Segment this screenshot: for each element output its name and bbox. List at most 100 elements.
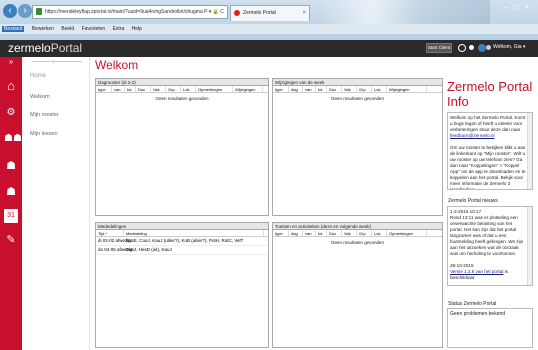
version-link[interactable]: Versie 1.3.6 van het portal <box>450 269 503 274</box>
news-text: Rond 13:11 was er plotseling een onverwa… <box>450 215 524 256</box>
menu-item-favorieten[interactable]: Favorieten <box>82 26 106 32</box>
sub-navigation: ● Home Welkom Mijn rooster Mijn lessen <box>22 57 90 350</box>
subnav-item-mijn-lessen[interactable]: Mijn lessen <box>30 131 58 137</box>
col-header[interactable]: Doc <box>327 86 342 92</box>
col-header[interactable]: tot <box>125 86 136 92</box>
wijzigingen-panel: Wijzigingen van de week type dag van tot Doc… <box>272 78 443 216</box>
menu-item-help[interactable]: Help <box>132 26 142 32</box>
col-header[interactable]: van <box>112 86 125 92</box>
col-header[interactable]: Grp <box>357 230 372 236</box>
logo-bold: zermelo <box>8 41 51 55</box>
col-header[interactable]: Opmerkingen <box>387 230 427 236</box>
subnav-item-mijn-rooster[interactable]: Mijn rooster <box>30 112 59 118</box>
refresh-icon[interactable] <box>469 45 474 50</box>
col-header[interactable]: tot <box>316 86 327 92</box>
info-title-line2: Info <box>447 94 469 109</box>
col-header-tijd[interactable]: Tijd ^ <box>96 230 124 236</box>
user-menu[interactable]: Welkom, Gia ▾ <box>493 44 525 50</box>
window-controls[interactable]: –▢× <box>504 3 534 11</box>
subnav-item-home[interactable]: Home <box>30 73 46 79</box>
subnav-item-welkom[interactable]: Welkom <box>30 94 50 100</box>
row-text: DesJ, HesD (uit), KauJ <box>126 247 172 252</box>
col-header[interactable]: van <box>303 230 316 236</box>
col-header[interactable]: van <box>303 86 316 92</box>
subnav-divider: ● <box>32 59 82 65</box>
col-header[interactable]: type <box>273 230 289 236</box>
col-header[interactable]: Doc <box>136 86 151 92</box>
empty-message: Geen resultaten gevonden <box>330 96 385 101</box>
home-icon[interactable]: ⌂ <box>4 79 18 93</box>
edit-icon[interactable]: ✎ <box>4 233 18 247</box>
col-header[interactable]: tot <box>316 230 327 236</box>
news-scrollbar[interactable] <box>527 207 532 285</box>
col-header[interactable]: Opmerkingen <box>196 86 233 92</box>
help-icon[interactable] <box>458 44 466 52</box>
address-suffix: P ▾ 🔒 C <box>204 9 224 15</box>
address-bar[interactable]: https://mendeleyflap.zportal.nl/main/?uu… <box>32 5 228 19</box>
panel-title: Mededelingen <box>96 223 268 230</box>
table-row[interactable]: do 04-05 afwezig:DesJ, HesD (uit), KauJ <box>96 246 268 255</box>
table-header: type dag van tot Doc Vak Grp Lok Opmerkingen <box>273 230 442 237</box>
info-title: Zermelo Portal Info <box>447 79 535 109</box>
notification-icon[interactable] <box>478 44 486 52</box>
settings-icon[interactable]: ⚙ <box>4 106 18 120</box>
col-header[interactable]: Grp <box>357 86 372 92</box>
menu-item-extra[interactable]: Extra <box>113 26 125 32</box>
col-header[interactable]: Vak <box>151 86 166 92</box>
start-client-button[interactable]: Start Client <box>426 43 452 53</box>
address-url: https://mendeleyflap.zportal.nl/main/?uu… <box>45 9 203 15</box>
status-box: Geen problemen bekend <box>447 308 533 348</box>
app-header: zermeloPortal Start Client Welkom, Gia ▾ <box>0 40 538 57</box>
logo-light: Portal <box>50 41 83 55</box>
user-edit-icon[interactable]: ☗ <box>4 185 18 199</box>
table-header: Tijd ^ Mededeling <box>96 230 268 237</box>
app-logo[interactable]: zermeloPortal <box>8 41 82 55</box>
news-box: 1-2-2016 10:17 Rond 13:11 was er plotsel… <box>447 206 533 286</box>
col-header[interactable]: Vak <box>342 230 357 236</box>
calendar-icon[interactable]: 31 <box>4 209 18 223</box>
menu-item-beeld[interactable]: Beeld <box>61 26 74 32</box>
col-header[interactable]: Vak <box>342 86 357 92</box>
table-row[interactable]: di 02-02 afwezig:BosE, CoaJ, KauJ (uitie… <box>96 237 268 246</box>
info-scrollbar[interactable] <box>527 113 532 189</box>
zermelo-favicon-icon <box>234 10 240 16</box>
col-header[interactable]: Lok <box>372 86 387 92</box>
news-item: Versie 1.3.6 van het portal is beschikba… <box>450 269 526 281</box>
close-tab-icon[interactable]: × <box>302 6 306 20</box>
sidebar-toggle[interactable]: » <box>0 57 22 67</box>
back-button[interactable]: ‹ <box>3 4 17 18</box>
col-header[interactable]: Doc <box>327 230 342 236</box>
table-header: type van tot Doc Vak Grp Lok Opmerkingen Wijzigi… <box>96 86 268 93</box>
page-title: Welkom <box>95 58 139 72</box>
info-text: Welkom op het Zermelo Portal. Komt u bug… <box>448 113 532 189</box>
panel-title: Toetsen en activiteiten (deze en volgend… <box>273 223 442 230</box>
news-label: Zermelo Portal nieuws <box>448 198 498 204</box>
panel-title: Dagrooster (di 2-2) <box>96 79 268 86</box>
col-header[interactable]: Wijzigingen <box>387 86 427 92</box>
forward-button[interactable]: › <box>18 4 32 18</box>
col-header[interactable]: Lok <box>181 86 196 92</box>
menu-item-bestand[interactable]: Bestand <box>2 26 25 32</box>
toetsen-panel: Toetsen en activiteiten (deze en volgend… <box>272 222 443 348</box>
user-icon[interactable]: ☗ <box>4 159 18 173</box>
sidebar: » ⌂ ⚙ ☗☗ ☗ ☗ 31 ✎ <box>0 57 22 350</box>
settings-icon[interactable] <box>486 45 491 50</box>
col-header[interactable]: dag <box>289 230 303 236</box>
col-header-mededeling[interactable]: Mededeling <box>124 230 264 236</box>
col-header[interactable]: Grp <box>166 86 181 92</box>
browser-tab[interactable]: Zermelo Portal × <box>230 5 310 21</box>
people-icon[interactable]: ☗☗ <box>4 132 22 146</box>
col-header[interactable]: type <box>96 86 112 92</box>
col-header[interactable]: Wijzigingen <box>233 86 263 92</box>
window-background-image <box>320 0 490 24</box>
col-header[interactable]: Lok <box>372 230 387 236</box>
feedback-link[interactable]: feedback@zermelo.nl <box>450 133 495 138</box>
panel-title: Wijzigingen van de week <box>273 79 442 86</box>
menu-item-bewerken[interactable]: Bewerken <box>32 26 54 32</box>
col-header[interactable]: dag <box>289 86 303 92</box>
dagrooster-panel: Dagrooster (di 2-2) type van tot Doc Vak Grp L… <box>95 78 269 216</box>
info-text-1: Welkom op het Zermelo Portal. Komt u bug… <box>450 115 526 132</box>
mededelingen-panel: Mededelingen Tijd ^ Mededeling di 02-02 a… <box>95 222 269 348</box>
col-header[interactable]: type <box>273 86 289 92</box>
row-text: BosE, CoaJ, KauJ (uitier?), KoB (uitier?… <box>126 238 244 243</box>
